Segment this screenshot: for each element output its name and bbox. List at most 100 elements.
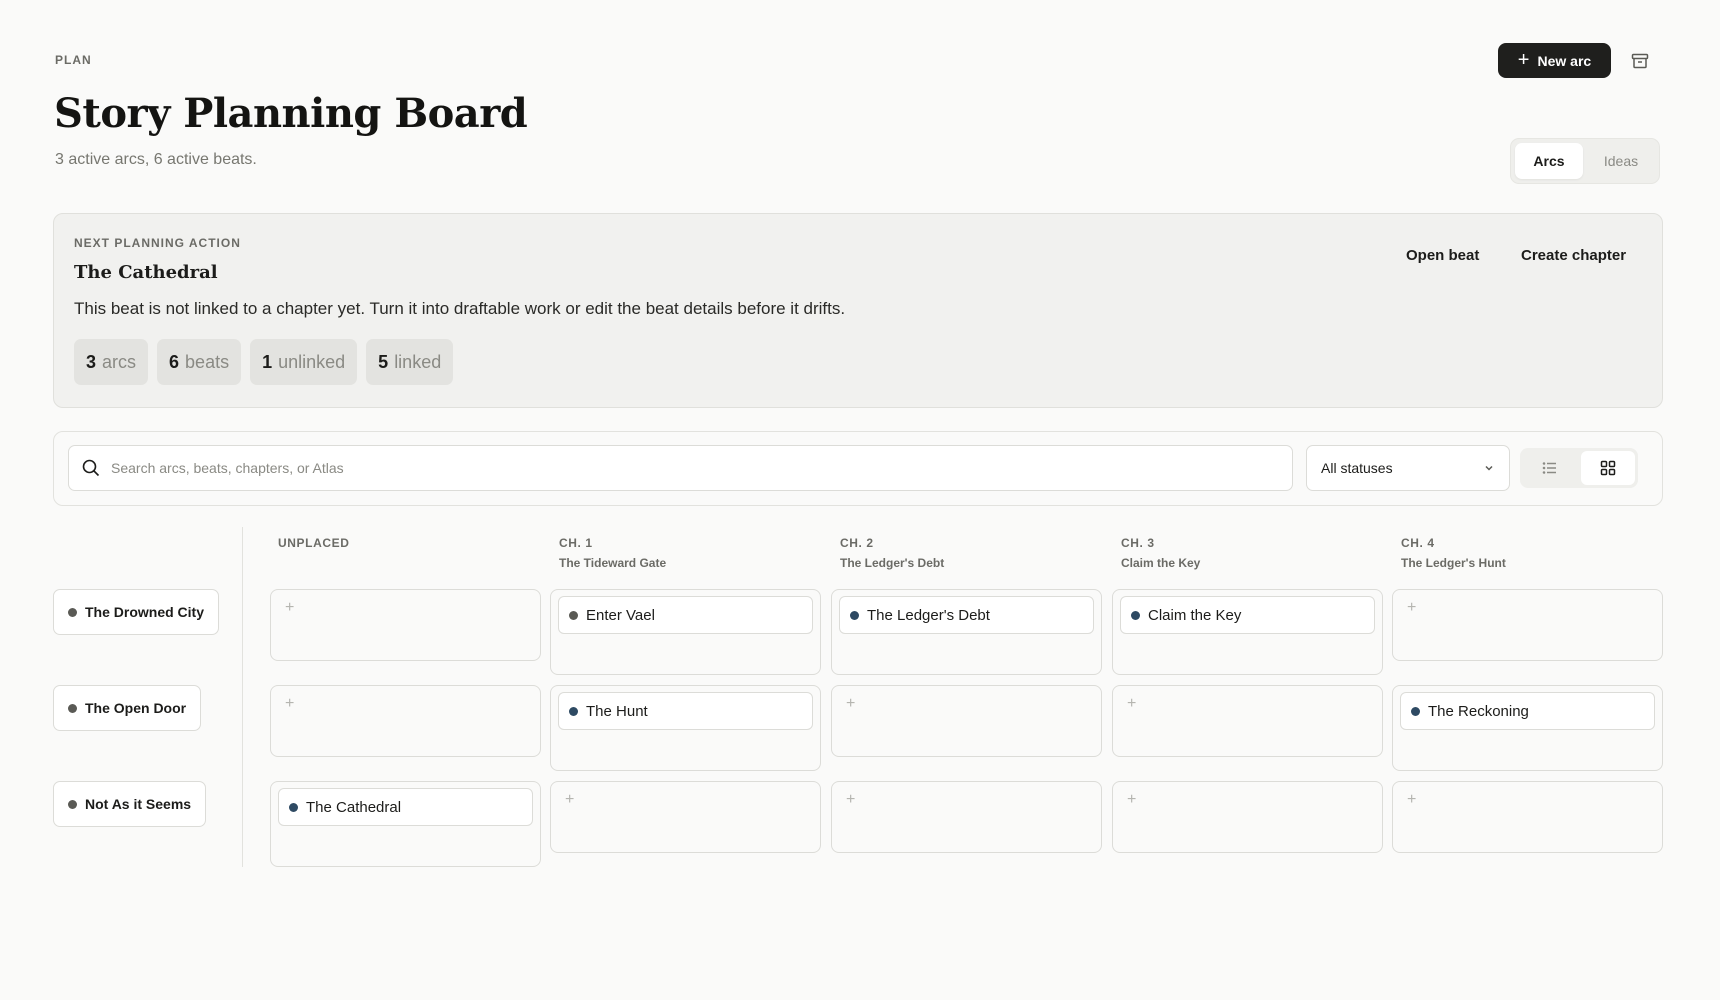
beat-card[interactable]: The Ledger's Debt	[839, 596, 1094, 634]
arc-name: Not As it Seems	[85, 796, 192, 812]
arc-dot	[68, 703, 77, 713]
board-cell[interactable]: +	[831, 781, 1102, 853]
beat-dot	[1131, 610, 1140, 620]
stat-arcs-count: 3	[86, 351, 97, 372]
status-select[interactable]: All statuses	[1306, 445, 1510, 491]
arc-the-open-door[interactable]: The Open Door	[53, 685, 202, 731]
board-cell: The Reckoning	[1392, 685, 1663, 771]
beat-dot	[1411, 706, 1420, 716]
beat-dot	[569, 706, 578, 716]
stat-arcs-label: arcs	[102, 351, 137, 372]
stats-row: 3 arcs 6 beats 1 unlinked 5 linked	[74, 339, 454, 385]
beat-title: Claim the Key	[1148, 606, 1242, 624]
beat-card[interactable]: Enter Vael	[558, 596, 813, 634]
beat-title: Enter Vael	[586, 606, 655, 624]
add-beat-icon[interactable]: +	[565, 791, 574, 809]
page-eyebrow: PLAN	[55, 53, 92, 67]
new-arc-label: New arc	[1537, 52, 1592, 69]
add-beat-icon[interactable]: +	[846, 791, 855, 809]
next-action-card: NEXT PLANNING ACTION The Cathedral This …	[53, 213, 1663, 408]
tab-ideas[interactable]: Ideas	[1587, 143, 1655, 179]
stat-linked: 5 linked	[366, 339, 454, 385]
stat-beats-count: 6	[169, 351, 180, 372]
column-label: UNPLACED	[278, 536, 350, 550]
add-beat-icon[interactable]: +	[846, 695, 855, 713]
add-beat-icon[interactable]: +	[285, 695, 294, 713]
filter-bar: All statuses	[53, 431, 1663, 506]
add-beat-icon[interactable]: +	[1127, 695, 1136, 713]
column-unplaced: UNPLACED	[278, 536, 349, 550]
arc-dot	[68, 799, 77, 809]
board-cell: Enter Vael	[550, 589, 821, 675]
board-cell[interactable]: +	[1392, 589, 1663, 661]
board-divider	[242, 527, 243, 867]
add-beat-icon[interactable]: +	[285, 599, 294, 617]
column-chapter-title: The Ledger's Debt	[840, 556, 945, 570]
stat-beats: 6 beats	[157, 339, 242, 385]
column-label: CH. 3	[1121, 536, 1155, 550]
arc-the-drowned-city[interactable]: The Drowned City	[53, 589, 220, 635]
column-label: CH. 2	[840, 536, 874, 550]
beat-card[interactable]: The Reckoning	[1400, 692, 1655, 730]
column-label: CH. 4	[1401, 536, 1435, 550]
list-view-button[interactable]	[1523, 451, 1578, 485]
new-arc-button[interactable]: + New arc	[1498, 43, 1611, 78]
stat-unlinked-label: unlinked	[278, 351, 346, 372]
search-field[interactable]	[68, 445, 1293, 491]
add-beat-icon[interactable]: +	[1127, 791, 1136, 809]
stat-unlinked-count: 1	[262, 351, 273, 372]
tab-arcs[interactable]: Arcs	[1515, 143, 1583, 179]
view-toggle	[1520, 448, 1638, 488]
add-beat-icon[interactable]: +	[1407, 599, 1416, 617]
column-chapter-title: The Tideward Gate	[559, 556, 667, 570]
board-cell[interactable]: +	[1112, 781, 1383, 853]
beat-card[interactable]: The Hunt	[558, 692, 813, 730]
column-ch4: CH. 4 The Ledger's Hunt	[1401, 536, 1506, 570]
open-beat-button[interactable]: Open beat	[1406, 247, 1479, 264]
arc-name: The Drowned City	[85, 604, 205, 620]
beat-dot	[289, 802, 298, 812]
plus-icon: +	[1517, 48, 1530, 71]
archive-button[interactable]	[1628, 49, 1652, 73]
arc-dot	[68, 607, 77, 617]
beat-card[interactable]: Claim the Key	[1120, 596, 1375, 634]
board-cell: The Cathedral	[270, 781, 541, 867]
column-chapter-title: The Ledger's Hunt	[1401, 556, 1506, 570]
chevron-down-icon	[1485, 465, 1493, 471]
column-ch3: CH. 3 Claim the Key	[1121, 536, 1200, 570]
arc-name: The Open Door	[85, 700, 187, 716]
board-cell[interactable]: +	[550, 781, 821, 853]
column-label: CH. 1	[559, 536, 593, 550]
next-action-eyebrow: NEXT PLANNING ACTION	[74, 236, 241, 250]
beat-title: The Cathedral	[306, 798, 402, 816]
column-chapter-title: Claim the Key	[1121, 556, 1201, 570]
page-title: Story Planning Board	[54, 90, 528, 137]
board-cell[interactable]: +	[1392, 781, 1663, 853]
beat-dot	[569, 610, 578, 620]
arc-not-as-it-seems[interactable]: Not As it Seems	[53, 781, 207, 827]
list-icon	[1542, 462, 1557, 474]
board-cell[interactable]: +	[270, 589, 541, 661]
archive-icon	[1631, 53, 1649, 69]
grid-icon	[1600, 460, 1615, 476]
beat-card[interactable]: The Cathedral	[278, 788, 533, 826]
stat-arcs: 3 arcs	[74, 339, 149, 385]
column-ch1: CH. 1 The Tideward Gate	[559, 536, 666, 570]
stat-unlinked: 1 unlinked	[250, 339, 358, 385]
stat-beats-label: beats	[185, 351, 230, 372]
search-icon	[82, 459, 100, 477]
board-cell[interactable]: +	[831, 685, 1102, 757]
next-action-description: This beat is not linked to a chapter yet…	[74, 299, 846, 318]
create-chapter-button[interactable]: Create chapter	[1521, 247, 1626, 264]
search-input[interactable]	[111, 460, 1292, 476]
board-cell: The Hunt	[550, 685, 821, 771]
page-subtitle: 3 active arcs, 6 active beats.	[55, 151, 257, 168]
next-action-title: The Cathedral	[74, 262, 218, 283]
board-cell[interactable]: +	[270, 685, 541, 757]
add-beat-icon[interactable]: +	[1407, 791, 1416, 809]
status-select-value: All statuses	[1321, 460, 1393, 476]
column-ch2: CH. 2 The Ledger's Debt	[840, 536, 944, 570]
grid-view-button[interactable]	[1580, 451, 1635, 485]
board-cell[interactable]: +	[1112, 685, 1383, 757]
beat-title: The Ledger's Debt	[867, 606, 990, 624]
